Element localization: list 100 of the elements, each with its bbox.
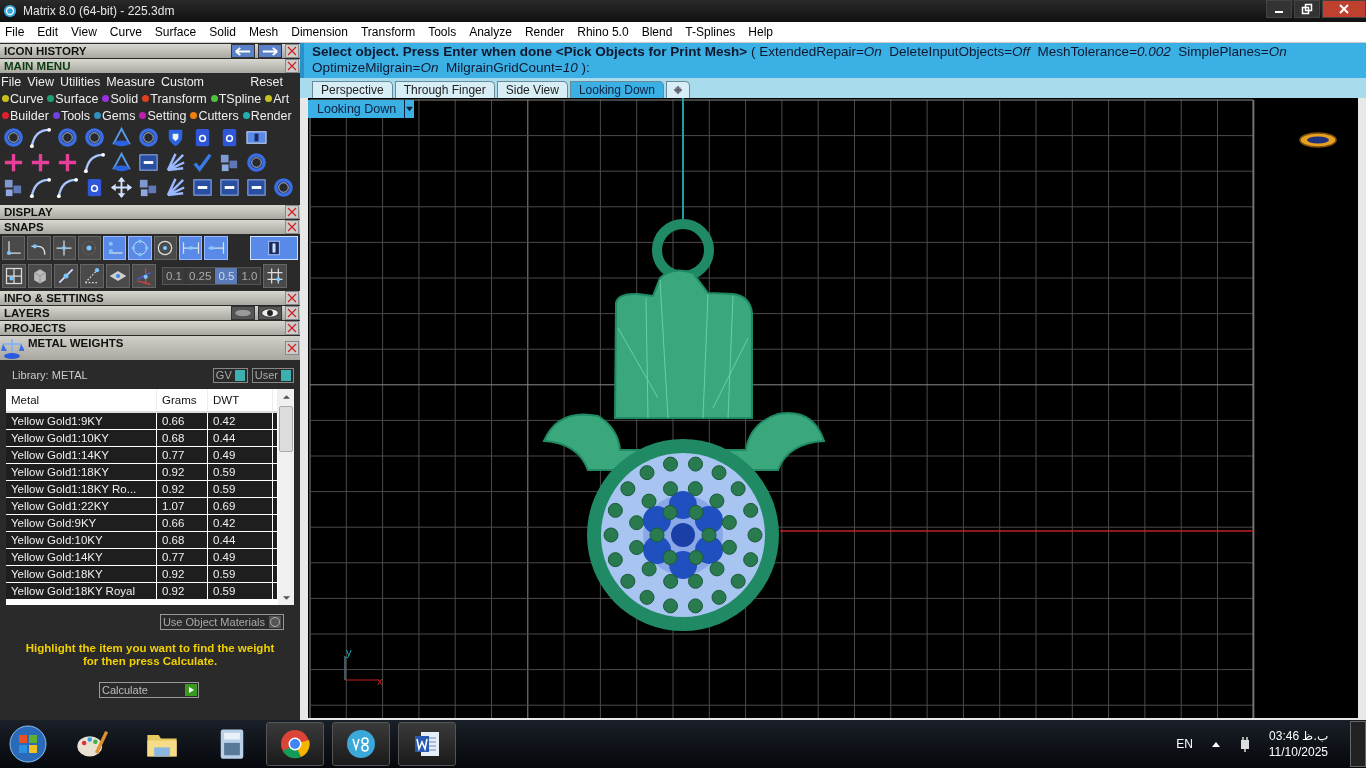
close-icon[interactable]: [285, 341, 299, 355]
ring-icon[interactable]: [83, 126, 106, 149]
category-link[interactable]: Render: [250, 108, 292, 123]
start-button[interactable]: [8, 724, 48, 764]
column-header[interactable]: DWT: [208, 389, 273, 411]
eye-icon[interactable]: [258, 306, 282, 320]
cone-icon[interactable]: [110, 151, 133, 174]
menu-item[interactable]: Curve: [109, 25, 142, 39]
menu-item[interactable]: Transform: [360, 25, 416, 39]
plus-icon[interactable]: [2, 151, 25, 174]
menu-item[interactable]: View: [27, 74, 55, 89]
column-header[interactable]: Metal: [6, 389, 157, 411]
snap-step-button[interactable]: 1.0: [238, 268, 261, 284]
panel-header[interactable]: MAIN MENU: [0, 59, 300, 73]
menu-item[interactable]: File: [1, 74, 22, 89]
category-link[interactable]: Setting: [147, 108, 187, 123]
taskbar-button[interactable]: [332, 722, 390, 766]
midpoint-snap-button[interactable]: [178, 236, 203, 260]
menu-item[interactable]: Edit: [37, 25, 59, 39]
plane-snap-button[interactable]: [106, 264, 130, 288]
clock-time[interactable]: 03:46 ب.ظ: [1269, 729, 1328, 743]
viewport-tab[interactable]: Through Finger: [394, 81, 495, 98]
burst-icon[interactable]: [164, 176, 187, 199]
burst-icon[interactable]: [164, 151, 187, 174]
grid-snap-button[interactable]: [263, 264, 288, 288]
menu-item[interactable]: Measure: [106, 74, 155, 89]
view-dropdown[interactable]: Looking Down: [308, 100, 415, 118]
menu-item[interactable]: Custom: [160, 74, 205, 89]
close-icon[interactable]: [285, 205, 299, 219]
back-arrow-icon[interactable]: [231, 44, 255, 58]
menu-item[interactable]: Surface: [154, 25, 197, 39]
category-link[interactable]: Art: [273, 91, 290, 106]
close-icon[interactable]: [285, 306, 299, 320]
arc-icon[interactable]: [56, 176, 79, 199]
link-icon[interactable]: [137, 151, 160, 174]
category-link[interactable]: Surface: [55, 91, 99, 106]
menu-item[interactable]: Render: [524, 25, 565, 39]
menu-item[interactable]: Mesh: [248, 25, 279, 39]
category-link[interactable]: Curve: [10, 91, 44, 106]
category-link[interactable]: Transform: [150, 91, 207, 106]
perpendicular-snap-button[interactable]: [2, 236, 26, 260]
close-icon[interactable]: [285, 321, 299, 335]
panel-header[interactable]: PROJECTS: [0, 321, 300, 335]
arc-icon[interactable]: [29, 126, 52, 149]
scroll-down-icon[interactable]: [281, 595, 291, 601]
intersection-snap-button[interactable]: [52, 236, 76, 260]
plus-icon[interactable]: [29, 151, 52, 174]
ring-icon[interactable]: [1298, 130, 1338, 150]
menu-item[interactable]: Utilities: [60, 74, 101, 89]
angle-button[interactable]: [80, 264, 104, 288]
toggle-button[interactable]: User: [251, 367, 294, 383]
end-snap-button[interactable]: [103, 236, 127, 260]
viewport-tab[interactable]: Perspective: [312, 81, 393, 98]
menu-item[interactable]: Blend: [641, 25, 673, 39]
close-button[interactable]: [1322, 0, 1366, 18]
menu-item[interactable]: T-Splines: [685, 25, 736, 39]
line-snap-button[interactable]: [54, 264, 78, 288]
snap-step-button[interactable]: 0.1: [163, 268, 185, 284]
plus-icon[interactable]: [56, 151, 79, 174]
link-icon[interactable]: [218, 176, 241, 199]
ring-icon[interactable]: [272, 176, 295, 199]
clock-date[interactable]: 11/10/2025: [1268, 745, 1328, 759]
panel-header[interactable]: ICON HISTORY: [0, 44, 300, 58]
close-icon[interactable]: [285, 220, 299, 234]
close-icon[interactable]: [285, 44, 299, 58]
minimize-button[interactable]: [1266, 0, 1292, 18]
grid-snap-button[interactable]: [2, 264, 26, 288]
menu-item[interactable]: Solid: [209, 25, 236, 39]
show-hidden-icons-icon[interactable]: [1210, 741, 1221, 747]
column-header[interactable]: Grams: [157, 389, 208, 411]
category-link[interactable]: Builder: [10, 108, 49, 123]
pendant-drawing[interactable]: [543, 219, 825, 631]
cone-icon[interactable]: [110, 126, 133, 149]
menu-item[interactable]: Tools: [428, 25, 457, 39]
use-object-materials-button[interactable]: Use Object Materials: [159, 614, 284, 630]
taskbar-button[interactable]: [266, 722, 324, 766]
scroll-up-icon[interactable]: [281, 394, 291, 400]
add-tab-button[interactable]: [665, 81, 690, 98]
close-icon[interactable]: [285, 291, 299, 305]
menu-item[interactable]: Analyze: [469, 25, 512, 39]
menu-item[interactable]: Help: [748, 25, 774, 39]
panel-header[interactable]: SNAPS: [0, 220, 300, 234]
category-link[interactable]: Gems: [102, 108, 136, 123]
move-icon[interactable]: [110, 176, 133, 199]
show-desktop-button[interactable]: [1350, 721, 1366, 767]
menu-item[interactable]: View: [71, 25, 97, 39]
ring-icon[interactable]: [2, 126, 25, 149]
arc-icon[interactable]: [29, 176, 52, 199]
panel-header[interactable]: METAL WEIGHTS: [0, 336, 300, 360]
toggle-button[interactable]: GV: [212, 367, 248, 383]
arc-icon[interactable]: [83, 151, 106, 174]
taskbar-button[interactable]: [398, 722, 456, 766]
restore-button[interactable]: [1294, 0, 1320, 18]
point-snap-button[interactable]: [77, 236, 102, 260]
menu-item[interactable]: Dimension: [291, 25, 348, 39]
tangent-snap-button[interactable]: [27, 236, 51, 260]
ring-icon[interactable]: [56, 126, 79, 149]
scroll-thumb[interactable]: [279, 406, 293, 452]
calculate-button[interactable]: Calculate: [99, 682, 199, 698]
menu-item[interactable]: Rhino 5.0: [577, 25, 629, 39]
